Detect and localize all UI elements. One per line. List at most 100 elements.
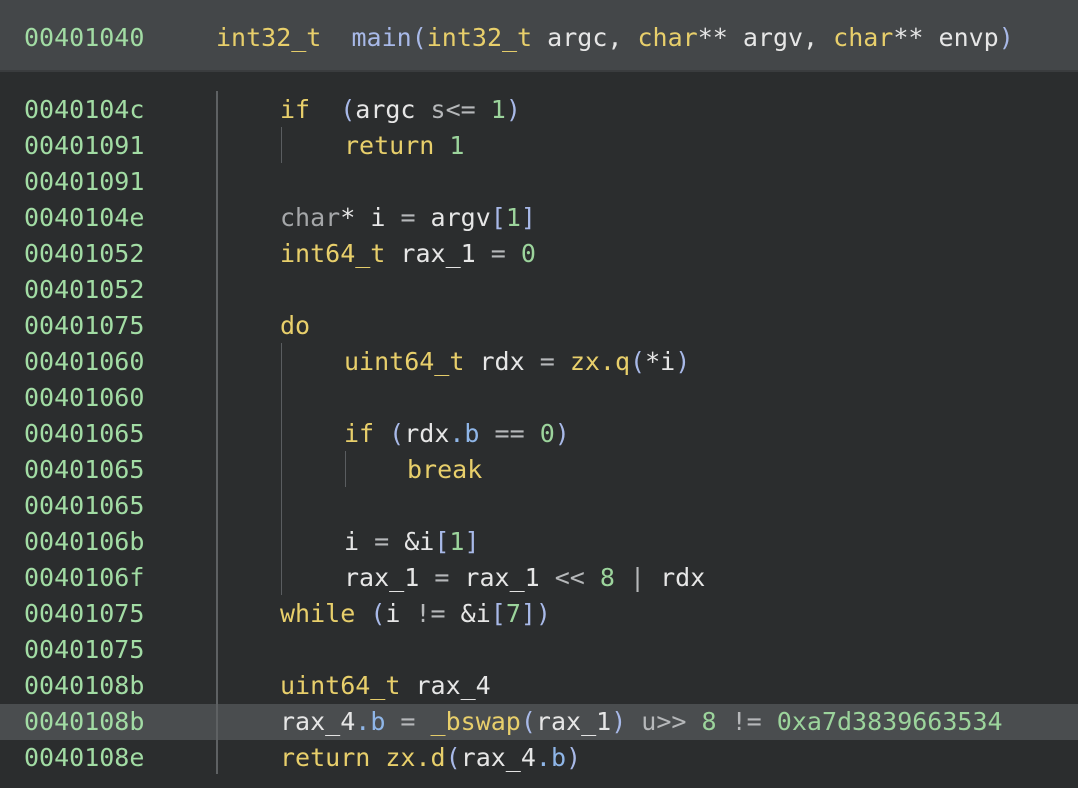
code-line[interactable]: 00401060 bbox=[0, 380, 1078, 416]
code-token[interactable]: = bbox=[540, 347, 555, 376]
line-address[interactable]: 0040108e bbox=[24, 740, 144, 776]
code-token[interactable] bbox=[370, 743, 385, 772]
code-token[interactable]: ( bbox=[340, 95, 355, 124]
code-token[interactable]: 8 bbox=[585, 563, 615, 592]
code-token[interactable]: 1 bbox=[476, 95, 506, 124]
code-line[interactable]: 00401065 break bbox=[0, 452, 1078, 488]
code-token[interactable]: = bbox=[400, 203, 415, 232]
code-token[interactable]: 0 bbox=[506, 239, 536, 268]
line-address[interactable]: 0040106f bbox=[24, 560, 144, 596]
code-token[interactable]: ] bbox=[521, 203, 536, 232]
code-line[interactable]: 00401075 while (i != &i[7]) bbox=[0, 596, 1078, 632]
code-token[interactable]: = bbox=[374, 527, 389, 556]
code-token[interactable]: 7 bbox=[506, 599, 521, 628]
code-token[interactable]: 1 bbox=[449, 527, 464, 556]
code-token[interactable]: if bbox=[280, 95, 310, 124]
code-line[interactable]: 00401065 if (rdx.b == 0) bbox=[0, 416, 1078, 452]
code-token[interactable]: &i bbox=[389, 527, 434, 556]
code-token[interactable]: ( bbox=[521, 707, 536, 736]
code-token[interactable]: rax_4 bbox=[400, 671, 490, 700]
line-address[interactable]: 00401091 bbox=[24, 164, 144, 200]
code-token[interactable]: 0xa7d3839663534 bbox=[762, 707, 1003, 736]
code-token[interactable]: rax_1 bbox=[385, 239, 490, 268]
code-token[interactable]: i bbox=[344, 527, 374, 556]
code-token[interactable]: << bbox=[555, 563, 585, 592]
line-address[interactable]: 0040106b bbox=[24, 524, 144, 560]
return-type[interactable]: int32_t bbox=[216, 23, 321, 52]
code-token[interactable]: ) bbox=[675, 347, 690, 376]
code-token[interactable]: if bbox=[344, 419, 374, 448]
code-token[interactable] bbox=[310, 95, 340, 124]
line-address[interactable]: 00401065 bbox=[24, 488, 144, 524]
function-signature[interactable]: int32_t main(int32_t argc, char** argv, … bbox=[216, 20, 1014, 56]
line-address[interactable]: 0040104e bbox=[24, 200, 144, 236]
code-token[interactable]: 8 bbox=[686, 707, 717, 736]
code-token[interactable]: zx.d bbox=[385, 743, 445, 772]
param1-type[interactable]: int32_t bbox=[427, 23, 532, 52]
code-token[interactable]: argv bbox=[416, 203, 491, 232]
param2-name[interactable]: ** argv, bbox=[698, 23, 833, 52]
code-line[interactable]: 0040104c if (argc s<= 1) bbox=[0, 92, 1078, 128]
code-token[interactable]: s<= bbox=[431, 95, 476, 124]
code-token[interactable]: ) bbox=[611, 707, 626, 736]
code-token[interactable]: = bbox=[434, 563, 449, 592]
code-token[interactable]: return bbox=[280, 743, 370, 772]
code-token[interactable]: break bbox=[407, 455, 482, 484]
code-token[interactable]: = bbox=[385, 707, 415, 736]
line-address[interactable]: 00401052 bbox=[24, 272, 144, 308]
code-token[interactable]: zx.q bbox=[570, 347, 630, 376]
param3-name[interactable]: ** envp bbox=[893, 23, 998, 52]
code-token[interactable]: [ bbox=[434, 527, 449, 556]
code-token[interactable]: rax_4 bbox=[280, 707, 355, 736]
code-token[interactable]: ) bbox=[555, 419, 570, 448]
code-token[interactable]: &i bbox=[446, 599, 491, 628]
line-address[interactable]: 00401075 bbox=[24, 596, 144, 632]
code-line[interactable]: 00401091 return 1 bbox=[0, 128, 1078, 164]
code-token[interactable]: 1 bbox=[506, 203, 521, 232]
code-token[interactable]: argc bbox=[355, 95, 430, 124]
code-line[interactable]: 00401052 int64_t rax_1 = 0 bbox=[0, 236, 1078, 272]
code-line[interactable]: 0040108b uint64_t rax_4 bbox=[0, 668, 1078, 704]
code-token[interactable]: rax_1 bbox=[449, 563, 554, 592]
code-token[interactable]: ) bbox=[566, 743, 581, 772]
line-address[interactable]: 00401060 bbox=[24, 380, 144, 416]
code-token[interactable]: uint64_t bbox=[344, 347, 464, 376]
function-address[interactable]: 00401040 bbox=[24, 20, 144, 56]
code-token[interactable]: rdx bbox=[404, 419, 449, 448]
code-token[interactable]: .b bbox=[355, 707, 385, 736]
code-token[interactable] bbox=[555, 347, 570, 376]
code-token[interactable]: rdx bbox=[464, 347, 539, 376]
code-token[interactable]: ( bbox=[446, 743, 461, 772]
code-token[interactable]: uint64_t bbox=[280, 671, 400, 700]
code-token[interactable]: == bbox=[479, 419, 525, 448]
line-address[interactable]: 0040108b bbox=[24, 704, 144, 740]
code-line[interactable]: 00401075 bbox=[0, 632, 1078, 668]
code-token[interactable]: != bbox=[415, 599, 445, 628]
code-token[interactable] bbox=[415, 707, 430, 736]
code-token[interactable]: i bbox=[385, 599, 415, 628]
code-token[interactable]: .b bbox=[449, 419, 479, 448]
code-line[interactable]: 00401065 bbox=[0, 488, 1078, 524]
code-token[interactable]: 0 bbox=[525, 419, 555, 448]
code-token[interactable]: ]) bbox=[521, 599, 551, 628]
code-line[interactable]: 00401075 do bbox=[0, 308, 1078, 344]
line-address[interactable]: 00401075 bbox=[24, 308, 144, 344]
code-token[interactable]: [ bbox=[491, 203, 506, 232]
line-address[interactable]: 00401060 bbox=[24, 344, 144, 380]
code-token[interactable]: char bbox=[280, 203, 340, 232]
line-address[interactable]: 00401052 bbox=[24, 236, 144, 272]
line-address[interactable]: 00401075 bbox=[24, 632, 144, 668]
code-token[interactable]: .b bbox=[536, 743, 566, 772]
code-token[interactable]: return bbox=[344, 131, 434, 160]
line-address[interactable]: 0040104c bbox=[24, 92, 144, 128]
code-token[interactable]: | bbox=[615, 563, 645, 592]
code-token[interactable]: ( bbox=[630, 347, 645, 376]
param3-type[interactable]: char bbox=[833, 23, 893, 52]
code-token[interactable]: rdx bbox=[645, 563, 705, 592]
line-address[interactable]: 00401065 bbox=[24, 452, 144, 488]
code-token[interactable]: while bbox=[280, 599, 355, 628]
code-token[interactable]: 1 bbox=[434, 131, 464, 160]
param1-name[interactable]: argc, bbox=[532, 23, 637, 52]
code-token[interactable]: rax_4 bbox=[461, 743, 536, 772]
line-address[interactable]: 00401091 bbox=[24, 128, 144, 164]
